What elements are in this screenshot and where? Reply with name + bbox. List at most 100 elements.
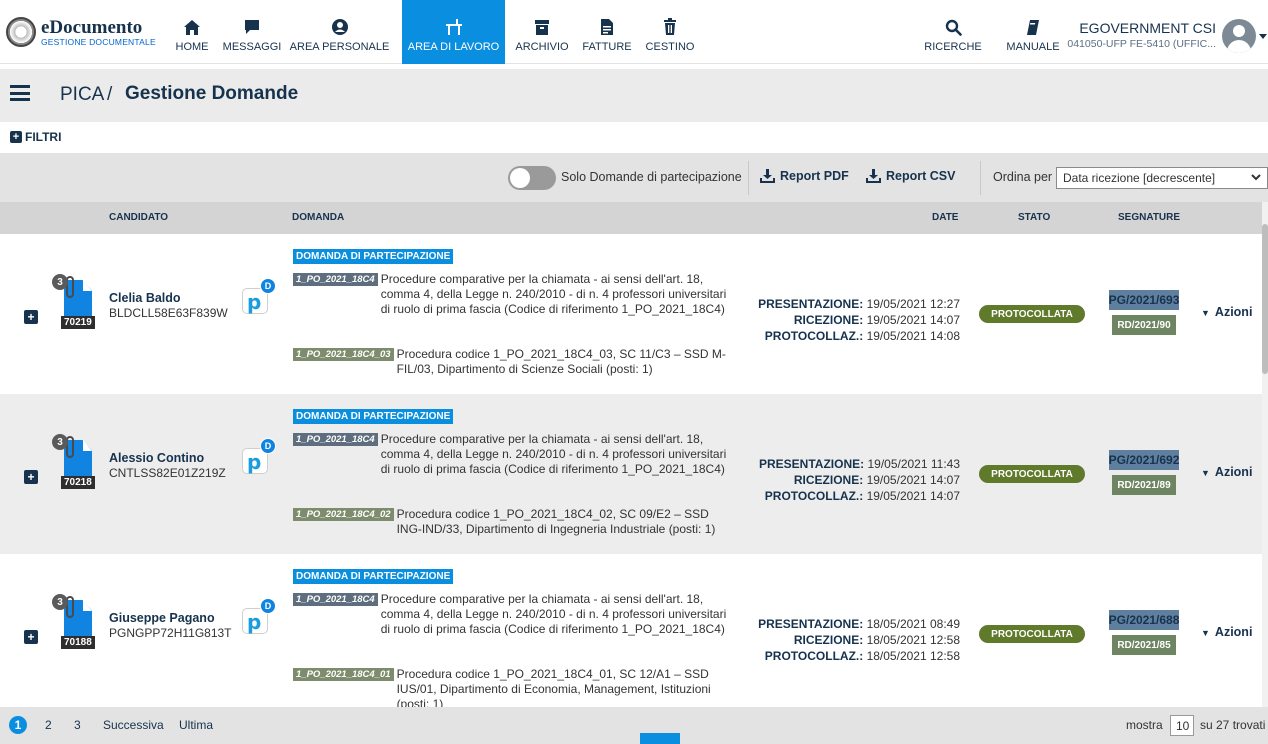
message-icon: [245, 19, 259, 34]
pica-app-icon[interactable]: pD: [242, 278, 276, 314]
user-office: 041050-UFP FE-5410 (UFFIC...: [1067, 38, 1216, 50]
nav-cestino[interactable]: CESTINO: [641, 0, 699, 64]
download-icon: [866, 169, 881, 183]
dates-block: PRESENTAZIONE: 19/05/2021 12:27 RICEZION…: [740, 296, 960, 344]
actions-menu[interactable]: ▼ Azioni: [1201, 465, 1252, 479]
document-icon[interactable]: 3 70219: [52, 274, 98, 338]
breadcrumb-root[interactable]: PICA: [60, 84, 104, 106]
procedure-code-tag: 1_PO_2021_18C4: [293, 433, 378, 446]
attachment-count-badge: 3: [52, 434, 68, 450]
nav-area-personale[interactable]: AREA PERSONALE: [283, 0, 396, 64]
invoice-icon: [601, 18, 613, 35]
signature-pg[interactable]: PG/2021/693: [1109, 290, 1179, 310]
candidate-name[interactable]: Giuseppe Pagano: [109, 611, 215, 625]
next-page-button[interactable]: Successiva: [103, 718, 164, 732]
column-candidato[interactable]: CANDIDATO: [109, 212, 168, 223]
nav-messaggi[interactable]: MESSAGGI: [223, 0, 281, 64]
toolbar-divider: [980, 161, 981, 195]
signature-pg[interactable]: PG/2021/692: [1109, 450, 1179, 470]
vertical-scrollbar[interactable]: [1262, 202, 1268, 707]
protocollazione-label: PROTOCOLLAZ.:: [764, 329, 864, 343]
home-icon: [184, 19, 200, 35]
page-size-input[interactable]: 10: [1170, 715, 1194, 736]
expand-row-icon[interactable]: +: [24, 470, 38, 484]
nav-area-di-lavoro[interactable]: AREA DI LAVORO: [402, 0, 505, 64]
book-icon: [1027, 19, 1039, 35]
status-badge: PROTOCOLLATA: [979, 465, 1085, 483]
nav-fatture[interactable]: FATTURE: [580, 0, 634, 64]
candidate-name[interactable]: Clelia Baldo: [109, 291, 181, 305]
protocollazione-date: 18/05/2021 12:58: [866, 649, 960, 663]
candidate-name[interactable]: Alessio Contino: [109, 451, 204, 465]
pica-app-icon[interactable]: pD: [242, 598, 276, 634]
report-csv-button[interactable]: Report CSV: [866, 169, 955, 183]
presentazione-date: 19/05/2021 11:43: [867, 457, 960, 471]
expand-row-icon[interactable]: +: [24, 630, 38, 644]
ricezione-label: RICEZIONE:: [793, 313, 864, 327]
sort-label: Ordina per: [993, 170, 1053, 184]
pica-badge: D: [260, 598, 276, 614]
nav-archivio[interactable]: ARCHIVIO: [513, 0, 571, 64]
report-csv-label: Report CSV: [886, 169, 956, 183]
document-number: 70218: [61, 476, 95, 489]
total-results: su 27 trovati: [1200, 718, 1266, 732]
document-icon[interactable]: 3 70218: [52, 434, 98, 498]
sub-procedure-code-tag: 1_PO_2021_18C4_03: [293, 348, 394, 361]
application-type-badge: DOMANDA DI PARTECIPAZIONE: [293, 249, 454, 264]
presentazione-date: 19/05/2021 12:27: [866, 297, 960, 311]
nav-label: ARCHIVIO: [515, 40, 569, 53]
nav-label: RICERCHE: [924, 40, 982, 53]
filters-toggle[interactable]: + FILTRI: [10, 130, 61, 144]
procedure-code-tag: 1_PO_2021_18C4: [293, 273, 378, 286]
breadcrumb-bar: PICA / Gestione Domande: [0, 69, 1268, 122]
page-2-button[interactable]: 2: [45, 718, 52, 732]
breadcrumb-separator: /: [107, 84, 113, 105]
nav-manuale[interactable]: MANUALE: [1006, 0, 1060, 64]
sort-select[interactable]: Data ricezione [decrescente]: [1056, 167, 1268, 189]
actions-menu[interactable]: ▼ Azioni: [1201, 305, 1252, 319]
scrollbar-thumb[interactable]: [1262, 224, 1268, 374]
caret-down-icon[interactable]: [1259, 34, 1267, 39]
column-domanda[interactable]: DOMANDA: [292, 212, 344, 223]
actions-label: Azioni: [1214, 465, 1253, 479]
nav-ricerche[interactable]: RICERCHE: [924, 0, 982, 64]
user-menu[interactable]: EGOVERNMENT CSI 041050-UFP FE-5410 (UFFI…: [1066, 0, 1216, 64]
sort-value: Data ricezione [decrescente]: [1063, 171, 1216, 185]
signature-pg[interactable]: PG/2021/688: [1109, 610, 1179, 630]
protocollazione-label: PROTOCOLLAZ.:: [764, 649, 864, 663]
pica-badge: D: [260, 438, 276, 454]
sub-procedure-description: Procedura codice 1_PO_2021_18C4_03, SC 1…: [396, 347, 726, 376]
nav-home[interactable]: HOME: [171, 0, 213, 64]
pica-app-icon[interactable]: pD: [242, 438, 276, 474]
presentazione-label: PRESENTAZIONE:: [758, 297, 864, 311]
scroll-top-button[interactable]: [640, 733, 680, 744]
signature-rd[interactable]: RD/2021/85: [1112, 635, 1176, 655]
ricezione-date: 19/05/2021 14:07: [866, 313, 960, 327]
document-icon[interactable]: 3 70188: [52, 594, 98, 658]
search-icon: [945, 19, 962, 36]
column-date[interactable]: DATE: [932, 212, 958, 223]
participation-only-toggle[interactable]: [508, 166, 556, 190]
signature-rd[interactable]: RD/2021/89: [1112, 475, 1176, 495]
page-1-button[interactable]: 1: [9, 716, 27, 734]
trash-icon: [664, 17, 676, 35]
hamburger-menu-icon[interactable]: [10, 85, 30, 101]
nav-label: AREA DI LAVORO: [407, 40, 500, 53]
nav-label: MANUALE: [1006, 40, 1060, 53]
caret-down-icon: ▼: [1201, 308, 1210, 318]
expand-row-icon[interactable]: +: [24, 310, 38, 324]
report-pdf-button[interactable]: Report PDF: [760, 169, 849, 183]
signature-rd[interactable]: RD/2021/90: [1112, 315, 1176, 335]
table-row: + 3 70188 Giuseppe Pagano PGNGPP72H11G81…: [0, 554, 1262, 707]
avatar[interactable]: [1222, 19, 1256, 53]
sub-procedure-code-tag: 1_PO_2021_18C4_02: [293, 508, 394, 521]
ricezione-label: RICEZIONE:: [793, 473, 864, 487]
nav-label: AREA PERSONALE: [289, 40, 390, 53]
column-segnature[interactable]: SEGNATURE: [1118, 212, 1180, 223]
actions-menu[interactable]: ▼ Azioni: [1201, 625, 1252, 639]
app-logo[interactable]: eDocumento GESTIONE DOCUMENTALE: [6, 10, 156, 54]
page-3-button[interactable]: 3: [74, 718, 81, 732]
column-stato[interactable]: STATO: [1018, 212, 1050, 223]
last-page-button[interactable]: Ultima: [179, 718, 213, 732]
university-seal-icon: [6, 17, 36, 47]
